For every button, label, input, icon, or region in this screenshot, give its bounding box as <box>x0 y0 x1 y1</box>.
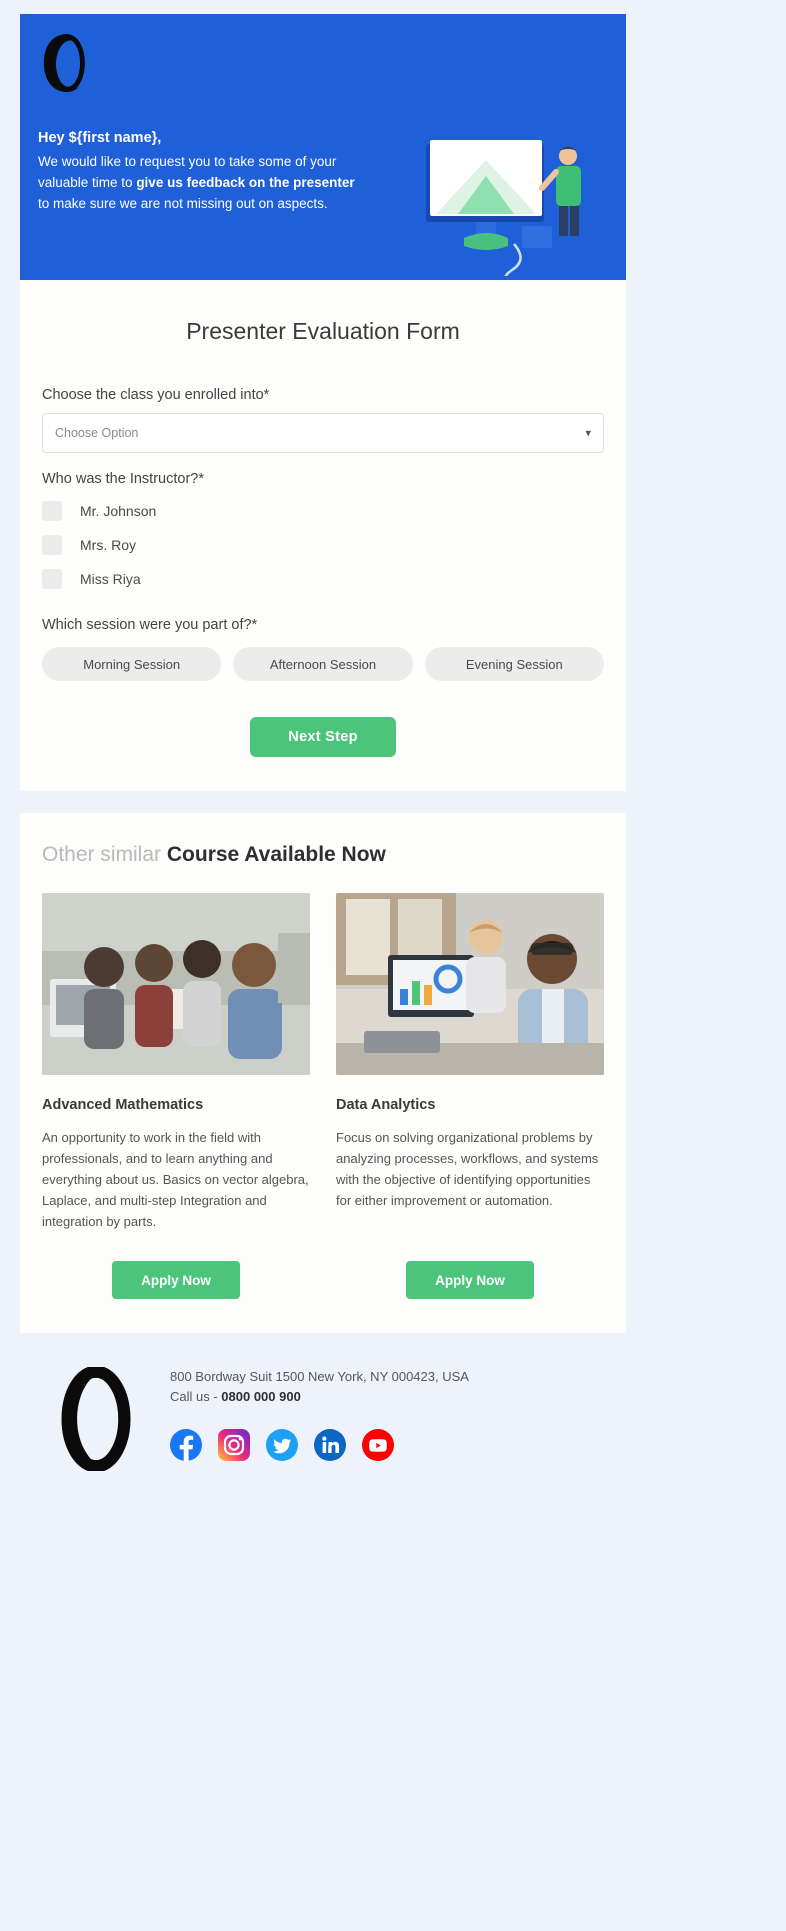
instructor-option-mr-johnson[interactable]: Mr. Johnson <box>42 501 604 521</box>
instagram-icon[interactable] <box>218 1429 250 1461</box>
course-card-advanced-mathematics: Advanced Mathematics An opportunity to w… <box>42 893 310 1299</box>
footer-address: 800 Bordway Suit 1500 New York, NY 00042… <box>170 1369 469 1384</box>
apply-row: Apply Now <box>42 1261 310 1299</box>
class-question-label: Choose the class you enrolled into* <box>42 387 270 403</box>
hero-greeting: Hey ${first name}, <box>38 130 162 146</box>
session-question-label: Which session were you part of?* <box>42 617 258 633</box>
courses-heading-muted: Other similar <box>42 843 162 866</box>
session-chip-group: Morning Session Afternoon Session Evenin… <box>42 647 604 681</box>
page-title: Presenter Evaluation Form <box>186 318 460 344</box>
next-step-row: Next Step <box>42 717 604 757</box>
instructor-question-label: Who was the Instructor?* <box>42 471 204 487</box>
course-description: An opportunity to work in the field with… <box>42 1130 309 1229</box>
similar-courses-card: Other similar Course Available Now Advan… <box>20 813 626 1333</box>
facebook-icon[interactable] <box>170 1429 202 1461</box>
instructor-option-miss-riya[interactable]: Miss Riya <box>42 569 604 589</box>
instructor-option-label: Mr. Johnson <box>80 503 157 519</box>
class-select[interactable]: Choose Option ▾ <box>42 413 604 453</box>
checkbox-icon[interactable] <box>42 501 62 521</box>
students-at-computers-photo <box>42 893 310 1075</box>
chevron-down-icon: ▾ <box>585 427 591 440</box>
footer-brand-o-logo <box>42 1359 150 1471</box>
social-links <box>170 1429 604 1461</box>
course-grid: Advanced Mathematics An opportunity to w… <box>42 893 604 1299</box>
checkbox-icon[interactable] <box>42 535 62 555</box>
twitter-icon[interactable] <box>266 1429 298 1461</box>
footer: 800 Bordway Suit 1500 New York, NY 00042… <box>20 1333 626 1501</box>
footer-contact: 800 Bordway Suit 1500 New York, NY 00042… <box>170 1359 604 1461</box>
instructor-option-label: Mrs. Roy <box>80 537 136 553</box>
session-chip-evening[interactable]: Evening Session <box>424 647 604 681</box>
instructor-option-mrs-roy[interactable]: Mrs. Roy <box>42 535 604 555</box>
course-title: Advanced Mathematics <box>42 1097 204 1113</box>
apply-now-button-advanced-mathematics[interactable]: Apply Now <box>112 1261 240 1299</box>
email-page: Hey ${first name}, We would like to requ… <box>0 0 786 1931</box>
presenter-evaluation-form-card: Presenter Evaluation Form Choose the cla… <box>20 280 626 791</box>
session-chip-morning[interactable]: Morning Session <box>42 647 222 681</box>
hero-copy: Hey ${first name}, We would like to requ… <box>38 128 368 214</box>
courses-heading: Other similar Course Available Now <box>42 843 604 867</box>
office-team-meeting-photo <box>336 893 604 1075</box>
instructor-option-label: Miss Riya <box>80 571 141 587</box>
brand-o-logo <box>38 32 96 94</box>
class-select-value: Choose Option <box>55 426 139 440</box>
courses-heading-strong: Course Available Now <box>166 843 386 866</box>
presenter-at-screen-illustration <box>418 126 608 280</box>
youtube-icon[interactable] <box>362 1429 394 1461</box>
linkedin-icon[interactable] <box>314 1429 346 1461</box>
session-chip-afternoon[interactable]: Afternoon Session <box>233 647 413 681</box>
footer-call-prefix: Call us - <box>170 1389 222 1404</box>
course-title: Data Analytics <box>336 1097 436 1113</box>
course-card-data-analytics: Data Analytics Focus on solving organiza… <box>336 893 604 1299</box>
hero-body-2: to make sure we are not missing out on a… <box>38 196 328 211</box>
checkbox-icon[interactable] <box>42 569 62 589</box>
footer-phone: 0800 000 900 <box>221 1389 301 1404</box>
apply-now-button-data-analytics[interactable]: Apply Now <box>406 1261 534 1299</box>
hero-banner: Hey ${first name}, We would like to requ… <box>20 14 626 280</box>
footer-phone-line: Call us - 0800 000 900 <box>170 1387 604 1407</box>
hero-body-bold: give us feedback on the presenter <box>136 175 355 190</box>
apply-row: Apply Now <box>336 1261 604 1299</box>
course-description: Focus on solving organizational problems… <box>336 1130 599 1208</box>
next-step-button[interactable]: Next Step <box>250 717 396 757</box>
